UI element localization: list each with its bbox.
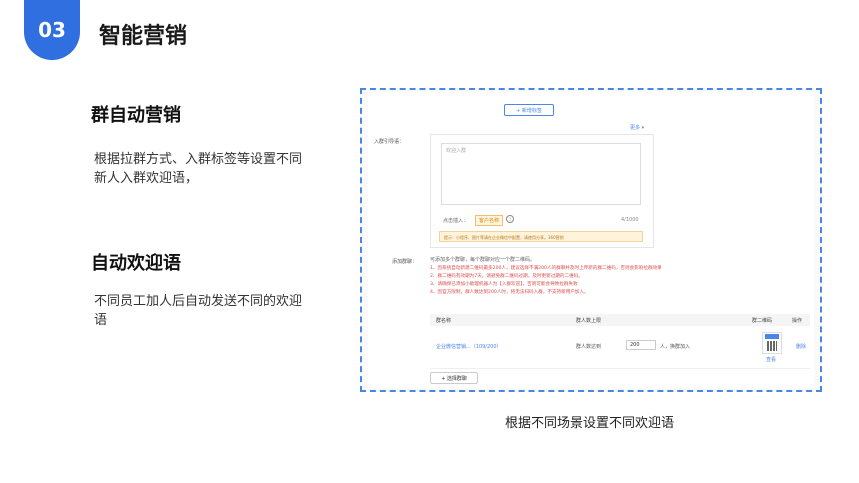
page-title: 智能营销: [99, 24, 188, 49]
info-icon[interactable]: ?: [506, 215, 514, 223]
settings-panel: + 新增标签 更多 ▾ 入群引导语： 欢迎入群 点击插入： 客户名称 ? 4/1…: [368, 92, 814, 388]
more-link[interactable]: 更多 ▾: [630, 124, 644, 131]
tip-banner: 提示：小程序、图片等请在企业微信中配置，请使用分享。360营销: [439, 231, 643, 242]
column-header: 群二维码: [752, 318, 773, 324]
rule-item: 4、因官方限制，群人数达到200人时，将无法扫码入群，不支持新用户加入。: [430, 290, 589, 295]
rule-item: 3、请确保已添加小助理机器人为【入群欢迎】，否则可能会导致拉群失败: [430, 282, 578, 287]
qr-view-link[interactable]: 查看: [766, 356, 776, 363]
more-label: 更多: [630, 125, 641, 131]
section-heading-auto-welcome: 自动欢迎语: [91, 253, 181, 274]
people-limit-input[interactable]: 200: [626, 340, 656, 350]
limit-prefix: 群人数达到: [576, 344, 602, 350]
limit-suffix: 人，换群加入: [660, 344, 691, 350]
column-header: 操作: [792, 318, 803, 324]
screenshot-caption: 根据不同场景设置不同欢迎语: [505, 416, 675, 431]
rule-item: 1、因系统自动新建二维码最多200人，建议选择不满200人的群聊并及时上传新的群…: [430, 266, 662, 271]
chevron-down-icon: ▾: [640, 125, 645, 131]
section-heading-group-marketing: 群自动营销: [91, 105, 181, 126]
section-body-auto-welcome: 不同员工加人后自动发送不同的欢迎语: [94, 294, 303, 328]
insert-customer-name-tag[interactable]: 客户名称: [475, 215, 504, 226]
welcome-editor: 欢迎入群 点击插入： 客户名称 ? 4/1000 提示：小程序、图片等请在企业微…: [430, 134, 654, 248]
rules-heading: 可添加多个群聊，每个群聊对应一个群二维码。: [430, 257, 536, 263]
char-counter: 4/1000: [621, 217, 639, 223]
table-row: 企业微信营销...（109/200） 群人数达到 200 人，换群加入 查看 删…: [430, 326, 810, 369]
column-header: 群名称: [436, 318, 452, 324]
screenshot-frame: + 新增标签 更多 ▾ 入群引导语： 欢迎入群 点击插入： 客户名称 ? 4/1…: [360, 88, 822, 392]
rule-item: 2、群二维码有效期为7天，请避免群二维码过期，及时更新过期的二维码。: [430, 274, 583, 279]
insert-label: 点击插入：: [443, 218, 469, 224]
welcome-textarea[interactable]: 欢迎入群: [441, 143, 641, 205]
delete-link[interactable]: 删除: [796, 343, 806, 350]
add-tag-button[interactable]: + 新增标签: [504, 104, 554, 116]
group-name-link[interactable]: 企业微信营销...（109/200）: [436, 343, 502, 350]
section-number-badge: 03: [24, 0, 80, 60]
table-header: 群名称 群人数上限 群二维码 操作: [430, 314, 810, 326]
qr-code-icon: [767, 341, 777, 351]
group-table: 群名称 群人数上限 群二维码 操作 企业微信营销...（109/200） 群人数…: [430, 314, 810, 370]
column-header: 群人数上限: [576, 318, 602, 324]
qr-code-image: [762, 332, 782, 354]
section-body-group-marketing: 根据拉群方式、入群标签等设置不同新人入群欢迎语，: [94, 152, 303, 186]
qr-header-strip: [765, 334, 779, 339]
welcome-label: 入群引导语：: [374, 139, 405, 145]
add-group-label: 添加群聊：: [392, 259, 418, 265]
select-group-button[interactable]: + 选择群聊: [430, 372, 478, 384]
